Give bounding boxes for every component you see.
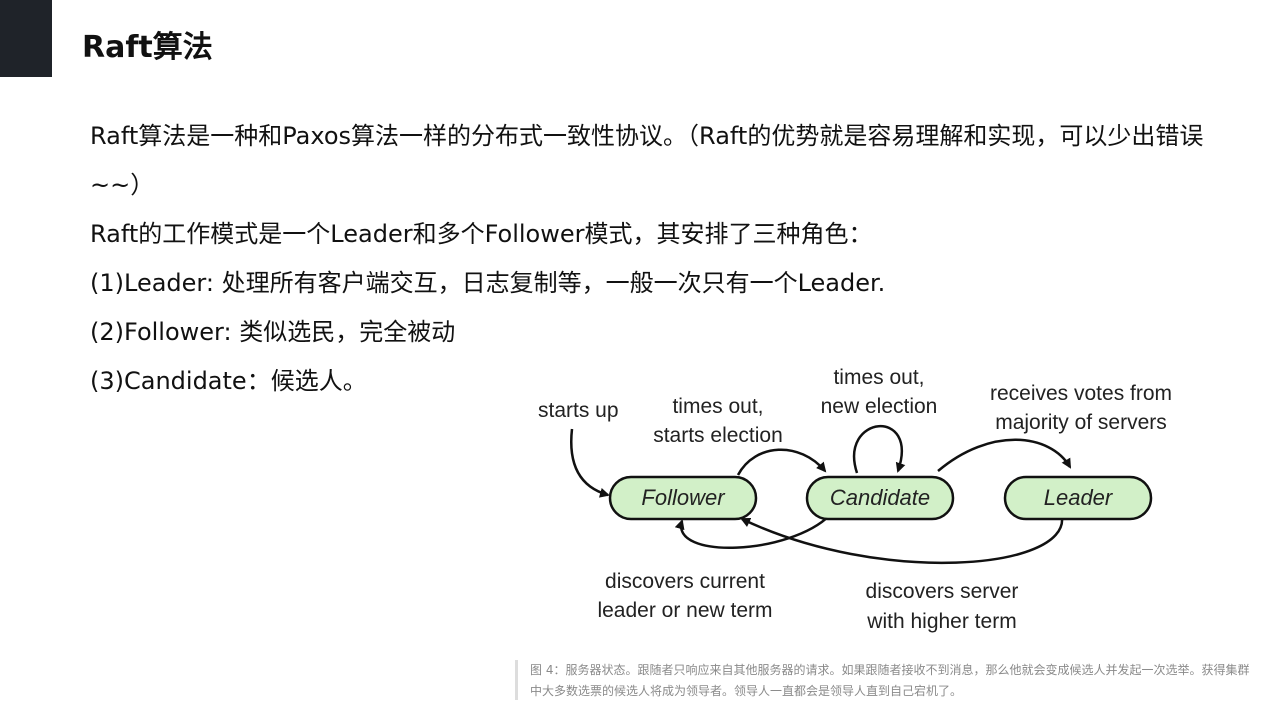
- state-leader: Leader: [1003, 475, 1153, 521]
- edge-startup-to-follower: [570, 428, 610, 498]
- label-receives-votes-line2: majority of servers: [995, 411, 1167, 434]
- title-accent-block: [0, 0, 52, 77]
- edge-candidate-to-leader: [937, 438, 1072, 472]
- label-receives-votes-line1: receives votes from: [990, 382, 1172, 405]
- edge-candidate-self-loop: [853, 424, 906, 474]
- state-follower: Follower: [608, 475, 758, 521]
- label-times-out-starts-line1: times out,: [672, 395, 763, 418]
- label-discovers-server-line1: discovers server: [866, 580, 1019, 603]
- edge-follower-to-candidate: [736, 448, 827, 476]
- paragraph-role-follower: (2)Follower: 类似选民，完全被动: [90, 318, 456, 346]
- state-candidate: Candidate: [805, 475, 955, 521]
- raft-state-diagram: Follower Candidate Leader starts up time…: [538, 366, 1172, 633]
- label-times-out-new-line2: new election: [821, 395, 938, 418]
- state-leader-label: Leader: [1044, 485, 1114, 510]
- state-follower-label: Follower: [641, 485, 726, 510]
- slide-title: Raft算法: [82, 30, 213, 65]
- label-discovers-server-line2: with higher term: [866, 610, 1016, 633]
- edge-leader-to-follower: [740, 516, 1064, 565]
- label-discovers-current-line2: leader or new term: [597, 599, 772, 622]
- label-starts-up: starts up: [538, 399, 619, 422]
- paragraph-intro: Raft算法是一种和Paxos算法一样的分布式一致性协议。（Raft的优势就是容…: [90, 122, 1204, 199]
- paragraph-role-leader: (1)Leader: 处理所有客户端交互，日志复制等，一般一次只有一个Leade…: [90, 269, 886, 297]
- label-times-out-starts-line2: starts election: [653, 424, 783, 447]
- figure-caption: 图 4：服务器状态。跟随者只响应来自其他服务器的请求。如果跟随者接收不到消息，那…: [515, 660, 1260, 700]
- label-times-out-new-line1: times out,: [833, 366, 924, 389]
- label-discovers-current-line1: discovers current: [605, 570, 765, 593]
- state-candidate-label: Candidate: [830, 485, 930, 510]
- paragraph-work-mode: Raft的工作模式是一个Leader和多个Follower模式，其安排了三种角色…: [90, 220, 873, 248]
